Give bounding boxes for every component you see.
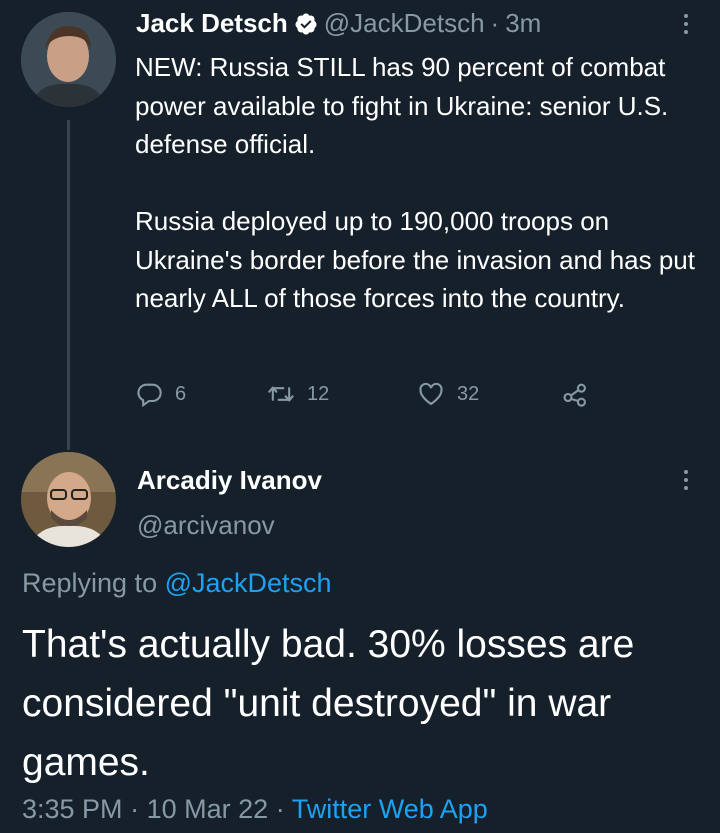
verified-badge-icon xyxy=(295,13,317,34)
reply-icon xyxy=(137,383,162,408)
reply-text: That's actually bad. 30% losses are cons… xyxy=(22,623,635,784)
avatar-jack-detsch[interactable] xyxy=(21,12,116,107)
reply-count: 6 xyxy=(175,382,187,405)
retweet-count: 12 xyxy=(307,382,330,405)
like-button[interactable]: 32 xyxy=(417,380,561,408)
tweet-header: Jack Detsch @JackDetsch · 3m xyxy=(136,8,541,39)
retweet-button[interactable]: 12 xyxy=(267,380,417,408)
share-button[interactable] xyxy=(561,380,589,408)
reply-author-name[interactable]: Arcadiy Ivanov xyxy=(137,465,322,496)
retweet-icon xyxy=(268,386,294,402)
thread-line xyxy=(67,120,70,450)
author-name[interactable]: Jack Detsch xyxy=(136,8,288,39)
like-icon xyxy=(419,382,443,406)
meta-separator-1: · xyxy=(130,794,140,824)
reply-more-icon[interactable] xyxy=(676,470,696,490)
author-handle[interactable]: @JackDetsch xyxy=(324,8,485,39)
tweet-time[interactable]: 3m xyxy=(505,8,541,39)
reply-button[interactable]: 6 xyxy=(135,380,267,408)
tweet-paragraph-1: NEW: Russia STILL has 90 percent of comb… xyxy=(135,52,669,159)
separator-dot: · xyxy=(490,8,500,38)
reply-meta: 3:35 PM · 10 Mar 22 · Twitter Web App xyxy=(22,794,488,825)
share-icon xyxy=(563,383,586,407)
reply-date[interactable]: 10 Mar 22 xyxy=(147,794,269,824)
more-icon[interactable] xyxy=(676,14,696,34)
tweet-actions: 6 12 32 xyxy=(135,380,589,408)
avatar-arcadiy-ivanov[interactable] xyxy=(21,452,116,547)
tweet-text: NEW: Russia STILL has 90 percent of comb… xyxy=(135,48,710,318)
like-count: 32 xyxy=(457,382,480,405)
replying-to: Replying to @JackDetsch xyxy=(22,568,332,599)
meta-separator-2: · xyxy=(275,794,285,824)
tweet-paragraph-2: Russia deployed up to 190,000 troops on … xyxy=(135,206,695,313)
reply-time[interactable]: 3:35 PM xyxy=(22,794,123,824)
replying-to-link[interactable]: @JackDetsch xyxy=(165,568,332,598)
replying-prefix: Replying to xyxy=(22,568,158,598)
reply-author-handle[interactable]: @arcivanov xyxy=(137,510,275,541)
reply-source-link[interactable]: Twitter Web App xyxy=(292,794,488,824)
